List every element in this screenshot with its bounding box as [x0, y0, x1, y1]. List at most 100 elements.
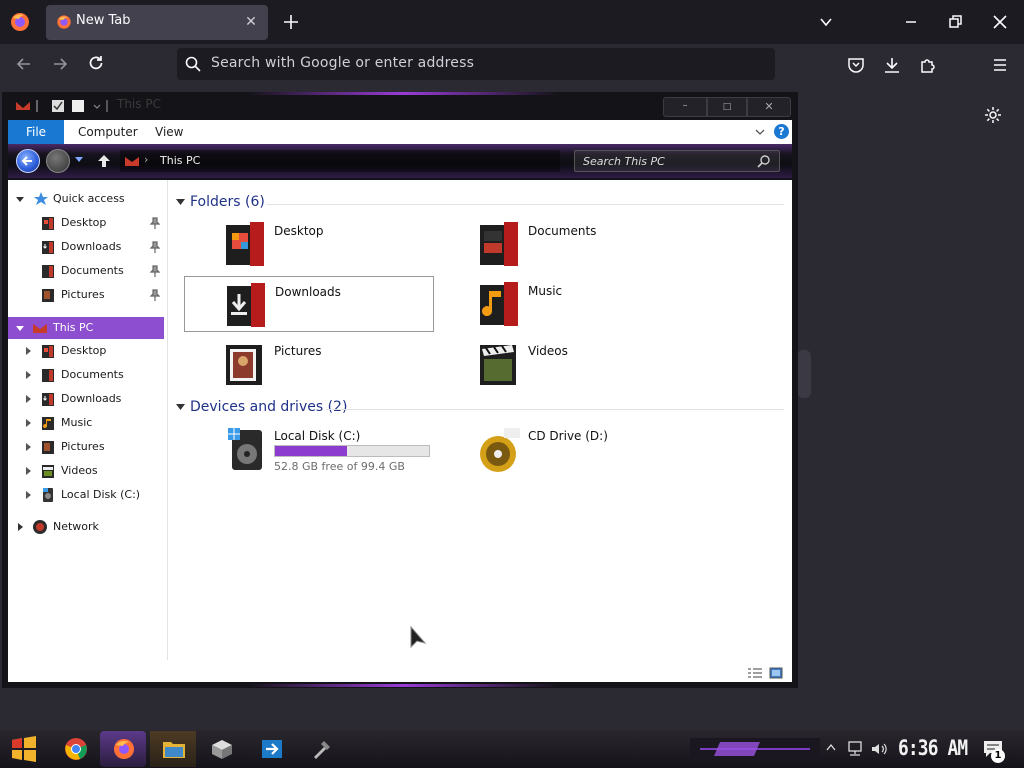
- expand-arrow-icon[interactable]: [24, 419, 32, 427]
- firefox-favicon-icon: [56, 14, 72, 30]
- tab-close-icon[interactable]: ✕: [242, 13, 260, 31]
- folder-videos[interactable]: Videos: [438, 336, 688, 392]
- up-one-level-icon[interactable]: [96, 153, 112, 169]
- explorer-maximize-button[interactable]: □: [707, 97, 747, 117]
- expand-arrow-icon[interactable]: [24, 467, 32, 475]
- quick-access-toolbar[interactable]: [14, 98, 114, 114]
- volume-icon[interactable]: [870, 741, 888, 757]
- nav-quick-desktop[interactable]: Desktop: [8, 212, 168, 234]
- nav-network[interactable]: Network: [8, 516, 168, 538]
- window-minimize-button[interactable]: [896, 10, 926, 34]
- network-status-icon[interactable]: [846, 741, 864, 757]
- nav-pc-documents[interactable]: Documents: [8, 364, 168, 386]
- nav-pc-downloads[interactable]: Downloads: [8, 388, 168, 410]
- address-bar[interactable]: Search with Google or enter address: [177, 48, 775, 80]
- downloads-icon[interactable]: [882, 55, 902, 75]
- nav-pc-music[interactable]: Music: [8, 412, 168, 434]
- pictures-folder-icon: [42, 441, 54, 454]
- pocket-icon[interactable]: [846, 55, 866, 75]
- expand-arrow-icon[interactable]: [24, 443, 32, 451]
- list-all-tabs-icon[interactable]: [818, 14, 834, 30]
- taskbar-file-explorer[interactable]: [150, 731, 196, 767]
- ribbon-expand-chevron-icon[interactable]: [754, 126, 766, 138]
- gear-icon[interactable]: [984, 106, 1002, 124]
- expand-arrow-icon[interactable]: [24, 371, 32, 379]
- network-globe-icon: [33, 520, 47, 534]
- collapse-arrow-icon[interactable]: [16, 324, 24, 332]
- recent-locations-chevron-icon[interactable]: [74, 156, 84, 164]
- nav-pc-videos[interactable]: Videos: [8, 460, 168, 482]
- collapse-arrow-icon[interactable]: [176, 404, 185, 411]
- taskbar-app-remote[interactable]: [248, 731, 294, 767]
- address-path-field[interactable]: › This PC: [120, 150, 560, 172]
- extensions-puzzle-icon[interactable]: [918, 55, 938, 75]
- expand-arrow-icon[interactable]: [24, 347, 32, 355]
- collapse-arrow-icon[interactable]: [16, 195, 24, 203]
- help-icon[interactable]: ?: [774, 124, 789, 139]
- forward-arrow-icon[interactable]: [50, 54, 70, 74]
- folder-pictures[interactable]: Pictures: [184, 336, 434, 392]
- music-folder-icon: [480, 282, 518, 326]
- expand-arrow-icon[interactable]: [24, 395, 32, 403]
- new-tab-button[interactable]: [280, 11, 302, 33]
- videos-folder-icon: [480, 345, 516, 385]
- collapse-arrow-icon[interactable]: [176, 199, 185, 206]
- nav-pc-pictures[interactable]: Pictures: [8, 436, 168, 458]
- tab-new-tab[interactable]: New Tab ✕: [46, 5, 268, 40]
- folder-documents[interactable]: Documents: [438, 216, 688, 272]
- explorer-back-button[interactable]: [16, 149, 40, 173]
- nav-pc-local-disk[interactable]: Local Disk (C:): [8, 484, 168, 506]
- folder-downloads-selected[interactable]: Downloads: [184, 276, 434, 332]
- menu-hamburger-icon[interactable]: [990, 55, 1010, 75]
- drive-local-disk-c[interactable]: Local Disk (C:) 52.8 GB free of 99.4 GB: [184, 424, 434, 480]
- nav-quick-downloads[interactable]: Downloads: [8, 236, 168, 258]
- taskbar-clock[interactable]: 6:36 AM: [898, 736, 968, 760]
- firefox-view-icon[interactable]: [8, 10, 32, 34]
- remote-desktop-icon: [262, 740, 282, 758]
- downloads-folder-icon: [42, 393, 54, 406]
- nav-this-pc[interactable]: This PC: [8, 317, 164, 339]
- address-bar-placeholder: Search with Google or enter address: [211, 55, 475, 71]
- window-restore-button[interactable]: [943, 10, 967, 34]
- large-icons-view-icon[interactable]: [769, 667, 783, 679]
- taskbar-firefox[interactable]: [100, 731, 146, 767]
- nav-quick-access[interactable]: Quick access: [8, 188, 168, 210]
- nav-quick-pictures[interactable]: Pictures: [8, 284, 168, 306]
- scrollbar-thumb[interactable]: [797, 350, 811, 398]
- nav-label: Pictures: [61, 288, 105, 301]
- pin-icon: [150, 241, 160, 253]
- taskbar-chrome[interactable]: [52, 731, 98, 767]
- explorer-close-button[interactable]: ✕: [747, 97, 791, 117]
- folder-music[interactable]: Music: [438, 276, 688, 332]
- folder-label: Desktop: [274, 224, 324, 238]
- folder-label: Videos: [528, 344, 568, 358]
- ribbon-tab-computer[interactable]: Computer: [78, 120, 138, 144]
- start-button[interactable]: [8, 734, 40, 764]
- taskbar-app-box[interactable]: [198, 731, 244, 767]
- nav-quick-documents[interactable]: Documents: [8, 260, 168, 282]
- reload-icon[interactable]: [86, 54, 106, 74]
- nav-pc-desktop[interactable]: Desktop: [8, 340, 168, 362]
- taskbar-app-tool[interactable]: [298, 731, 344, 767]
- documents-folder-icon: [480, 222, 518, 266]
- this-pc-icon: [33, 324, 47, 333]
- drive-label: Local Disk (C:): [274, 429, 361, 443]
- drive-cd-d[interactable]: CD Drive (D:): [438, 424, 688, 480]
- explorer-forward-button[interactable]: [46, 149, 70, 173]
- back-arrow-icon[interactable]: [14, 54, 34, 74]
- explorer-minimize-button[interactable]: –: [663, 97, 707, 117]
- show-hidden-icons-chevron-icon[interactable]: [826, 743, 836, 751]
- expand-arrow-icon[interactable]: [24, 491, 32, 499]
- nav-label: Desktop: [61, 344, 107, 357]
- details-view-icon[interactable]: [747, 667, 763, 679]
- ribbon-tab-view[interactable]: View: [155, 120, 183, 144]
- drive-label: CD Drive (D:): [528, 429, 608, 443]
- breadcrumb-this-pc[interactable]: This PC: [160, 154, 200, 167]
- expand-arrow-icon[interactable]: [16, 523, 24, 531]
- search-icon: [757, 154, 771, 168]
- window-close-button[interactable]: [988, 10, 1012, 34]
- ribbon-tab-file[interactable]: File: [8, 120, 64, 144]
- folder-desktop[interactable]: Desktop: [184, 216, 434, 272]
- folder-label: Downloads: [275, 285, 341, 299]
- explorer-search-input[interactable]: Search This PC: [574, 150, 780, 172]
